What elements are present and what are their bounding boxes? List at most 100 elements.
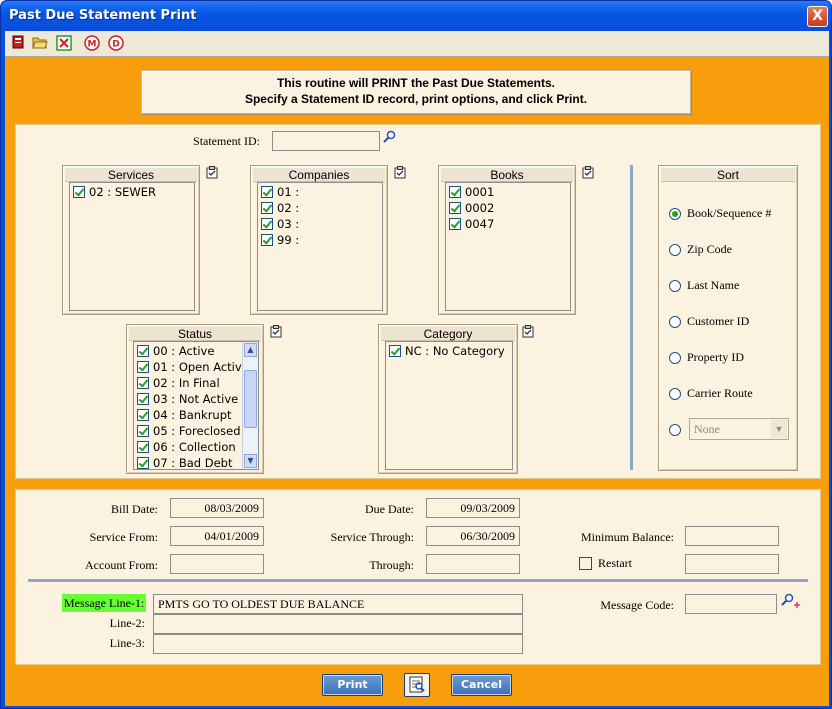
d-circle-icon[interactable]: D — [107, 35, 125, 53]
item-label: 02 : In Final — [153, 376, 220, 390]
checkbox[interactable] — [261, 186, 273, 198]
item-label: 02 : — [277, 201, 300, 215]
scroll-down-icon[interactable]: ▼ — [244, 454, 257, 468]
radio-custom-sort[interactable] — [669, 424, 681, 436]
radio-zip-code[interactable] — [669, 244, 681, 256]
list-item[interactable]: 02 : SEWER — [73, 184, 156, 200]
services-group: Services 02 : SEWER — [62, 165, 200, 315]
list-item[interactable]: 06 : Collection — [137, 439, 236, 455]
checkbox[interactable] — [389, 345, 401, 357]
radio-last-name[interactable] — [669, 280, 681, 292]
status-header: Status — [129, 327, 261, 341]
radio-carrier-route[interactable] — [669, 388, 681, 400]
item-label: 02 : SEWER — [89, 185, 157, 199]
account-from-field[interactable] — [170, 554, 264, 574]
radio-customer-id[interactable] — [669, 316, 681, 328]
lookup-icon[interactable] — [382, 130, 396, 144]
select-all-icon[interactable] — [582, 166, 594, 179]
min-balance-field[interactable] — [685, 526, 779, 546]
bill-date-field[interactable]: 08/03/2009 — [170, 498, 264, 518]
checkbox[interactable] — [137, 457, 149, 469]
list-item[interactable]: 0001 — [449, 184, 494, 200]
banner-line-2: Specify a Statement ID record, print opt… — [244, 92, 588, 106]
scroll-up-icon[interactable]: ▲ — [244, 343, 257, 357]
checkbox[interactable] — [137, 345, 149, 357]
message-line-1-field[interactable]: PMTS GO TO OLDEST DUE BALANCE — [153, 594, 523, 614]
select-all-icon[interactable] — [394, 166, 406, 179]
delete-icon[interactable] — [55, 35, 73, 53]
list-item[interactable]: 02 : In Final — [137, 375, 220, 391]
radio-property-id[interactable] — [669, 352, 681, 364]
checkbox[interactable] — [73, 186, 85, 198]
list-item[interactable]: 0002 — [449, 200, 494, 216]
list-item[interactable]: 05 : Foreclosed — [137, 423, 241, 439]
item-label: 01 : Open Activit — [153, 360, 250, 374]
message-code-field[interactable] — [685, 594, 777, 614]
checkbox[interactable] — [137, 377, 149, 389]
item-label: 05 : Foreclosed — [153, 424, 241, 438]
checkbox[interactable] — [261, 202, 273, 214]
combo-value: None — [694, 422, 720, 436]
toolbar: M D — [5, 31, 829, 57]
checkbox[interactable] — [137, 409, 149, 421]
main-window: Past Due Statement Print X M D This rout… — [0, 0, 832, 709]
bill-date-label: Bill Date: — [111, 502, 158, 516]
open-folder-icon[interactable] — [31, 35, 49, 53]
banner-line-1: This routine will PRINT the Past Due Sta… — [276, 76, 556, 90]
list-item[interactable]: 07 : Bad Debt — [137, 455, 233, 470]
cancel-button[interactable]: Cancel — [451, 674, 512, 696]
checkbox[interactable] — [137, 361, 149, 373]
checkbox[interactable] — [137, 425, 149, 437]
checkbox[interactable] — [449, 186, 461, 198]
list-item[interactable]: 01 : Open Activit — [137, 359, 249, 375]
message-lookup-icon[interactable] — [780, 593, 802, 611]
checkbox[interactable] — [137, 441, 149, 453]
service-from-field[interactable]: 04/01/2009 — [170, 526, 264, 546]
checkbox[interactable] — [449, 218, 461, 230]
statement-id-field[interactable] — [272, 131, 380, 151]
item-label: 03 : — [277, 217, 300, 231]
list-item[interactable]: 0047 — [449, 216, 494, 232]
restart-checkbox[interactable] — [579, 557, 592, 570]
checkbox[interactable] — [261, 234, 273, 246]
list-item[interactable]: 04 : Bankrupt — [137, 407, 232, 423]
message-line-1-label: Message Line-1: — [62, 594, 147, 612]
message-line-3-field[interactable] — [153, 634, 523, 654]
checkbox[interactable] — [449, 202, 461, 214]
select-all-icon[interactable] — [206, 166, 218, 179]
books-header: Books — [441, 168, 573, 182]
sort-combo[interactable]: None ▼ — [689, 418, 789, 440]
service-through-field[interactable]: 06/30/2009 — [426, 526, 520, 546]
d-icon-text: D — [112, 40, 119, 50]
item-label: 0001 — [465, 185, 495, 199]
restart-field[interactable] — [685, 554, 779, 574]
chevron-down-icon[interactable]: ▼ — [771, 420, 787, 438]
select-all-icon[interactable] — [522, 325, 534, 338]
print-preview-button[interactable] — [404, 673, 430, 697]
checkbox[interactable] — [261, 218, 273, 230]
close-button[interactable]: X — [807, 6, 828, 27]
list-item[interactable]: 02 : — [261, 200, 299, 216]
scroll-thumb[interactable] — [244, 370, 257, 428]
select-all-icon[interactable] — [270, 325, 282, 338]
sort-header: Sort — [661, 168, 795, 182]
book-icon[interactable] — [9, 35, 27, 53]
info-banner: This routine will PRINT the Past Due Sta… — [141, 70, 691, 114]
message-line-2-label: Line-2: — [109, 616, 145, 630]
list-item[interactable]: 03 : Not Active — [137, 391, 238, 407]
message-line-2-field[interactable] — [153, 614, 523, 634]
list-item[interactable]: 00 : Active — [137, 343, 214, 359]
list-item[interactable]: 01 : — [261, 184, 299, 200]
list-item[interactable]: 03 : — [261, 216, 299, 232]
checkbox[interactable] — [137, 393, 149, 405]
due-date-field[interactable]: 09/03/2009 — [426, 498, 520, 518]
list-item[interactable]: 99 : — [261, 232, 299, 248]
print-button[interactable]: Print — [322, 674, 383, 696]
horizontal-divider — [28, 579, 808, 582]
list-item[interactable]: NC : No Category — [389, 343, 505, 359]
status-scrollbar[interactable]: ▲ ▼ — [242, 342, 258, 469]
radio-book-sequence[interactable] — [669, 208, 681, 220]
m-circle-icon[interactable]: M — [83, 35, 101, 53]
through-field[interactable] — [426, 554, 520, 574]
item-label: 07 : Bad Debt — [153, 456, 233, 470]
